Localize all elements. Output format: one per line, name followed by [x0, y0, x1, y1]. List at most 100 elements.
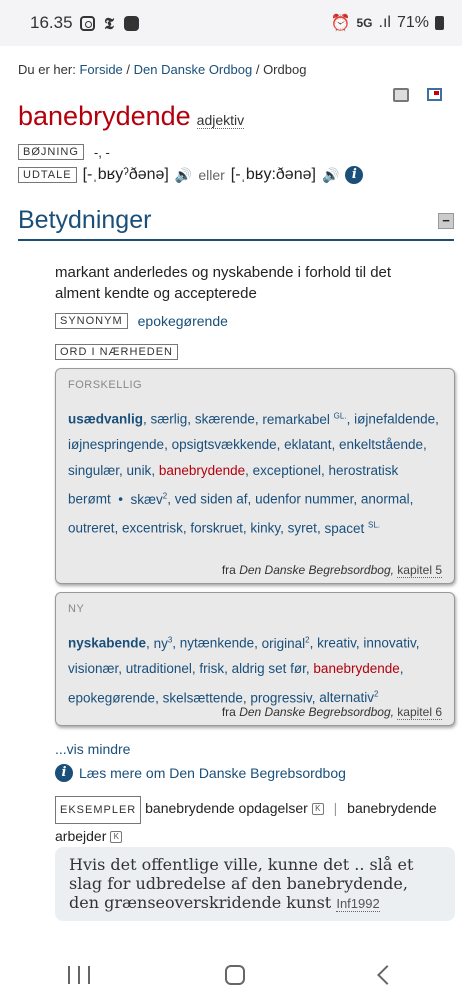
inflection-value: -, -: [93, 144, 110, 160]
status-bar: 16.35 𝕿 ⏰ 5G .ıl 71%: [0, 0, 462, 46]
word-link[interactable]: udenfor nummer: [255, 492, 353, 507]
related-words-list: usædvanlig, særlig, skærende, remarkabel…: [68, 411, 439, 536]
source-prefix: fra: [221, 705, 236, 719]
source-chapter-link[interactable]: kapitel 6: [397, 705, 442, 720]
read-more-link[interactable]: i Læs mere om Den Danske Begrebsordbog: [55, 764, 346, 782]
word-link[interactable]: singulær: [68, 463, 119, 478]
pronunciation-or: eller: [198, 167, 225, 183]
separator: |: [333, 800, 338, 816]
word-link[interactable]: opsigtsvækkende: [172, 437, 277, 452]
breadcrumb: Du er her: Forside / Den Danske Ordbog /…: [18, 62, 306, 77]
word-link[interactable]: unik: [127, 463, 152, 478]
breadcrumb-separator: /: [255, 62, 260, 77]
word-link[interactable]: exceptionel: [253, 463, 321, 478]
word-link[interactable]: usædvanlig: [68, 412, 143, 427]
info-icon: i: [55, 764, 73, 782]
headword: banebrydende: [18, 101, 191, 131]
box-source: fra Den Danske Begrebsordbog, kapitel 6: [221, 705, 442, 720]
word-link[interactable]: skærende: [195, 412, 255, 427]
word-link[interactable]: forskruet: [190, 521, 243, 536]
examples-block: EKSEMPLER banebrydende opdagelser K | ba…: [55, 796, 455, 848]
synonym-link[interactable]: epokegørende: [138, 313, 228, 329]
word-link[interactable]: nyskabende: [68, 636, 146, 651]
definition-text: markant anderledes og nyskabende i forho…: [55, 264, 392, 302]
print-icon[interactable]: [393, 88, 409, 102]
speaker-icon[interactable]: 🔊: [175, 167, 192, 184]
speaker-icon[interactable]: 🔊: [322, 167, 339, 184]
word-link[interactable]: skelsættende: [163, 690, 243, 705]
word-link[interactable]: progressiv: [250, 690, 311, 705]
box-category: FORSKELLIG: [68, 379, 143, 391]
page-content: Du er her: Forside / Den Danske Ordbog /…: [0, 46, 462, 950]
word-link[interactable]: utraditionel: [126, 661, 192, 676]
source-prefix: fra: [221, 563, 236, 577]
pronunciation-2: [-ˌbʁy:ðənə]: [230, 166, 316, 183]
tool-icons: [393, 88, 442, 102]
word-link[interactable]: frisk: [199, 661, 224, 676]
examples-tag: EKSEMPLER: [55, 796, 142, 824]
source-chapter-link[interactable]: kapitel 5: [397, 563, 442, 578]
breadcrumb-dendanskeordbog[interactable]: Den Danske Ordbog: [134, 62, 253, 77]
show-less-link[interactable]: ...vis mindre: [55, 741, 130, 757]
word-link[interactable]: alternativ2: [319, 690, 378, 706]
inflection-tag: BØJNING: [18, 144, 84, 160]
word-link[interactable]: enkeltstående: [339, 437, 423, 452]
word-link[interactable]: remarkabel GL.: [262, 411, 346, 427]
word-link[interactable]: ved siden af: [175, 492, 248, 507]
word-link[interactable]: iøjnefaldende: [354, 412, 435, 427]
word-link[interactable]: nytænkende: [180, 636, 254, 651]
word-link[interactable]: original2: [262, 635, 310, 651]
word-link[interactable]: outreret: [68, 521, 115, 536]
word-link[interactable]: syret: [288, 521, 317, 536]
pronunciation-row: UDTALE [-ˌbʁyˀðənə] 🔊 eller [-ˌbʁy:ðənə]…: [18, 166, 364, 184]
headword-row: banebrydende adjektiv: [18, 101, 245, 132]
section-title: Betydninger: [18, 206, 152, 234]
nearby-words-tag: ORD I NÆRHEDEN: [55, 344, 179, 360]
part-of-speech[interactable]: adjektiv: [196, 112, 245, 129]
read-more-label: Læs mere om Den Danske Begrebsordbog: [79, 765, 346, 781]
word-link[interactable]: visionær: [68, 661, 118, 676]
nyt-icon: 𝕿: [104, 13, 114, 33]
word-link[interactable]: særlig: [151, 412, 188, 427]
word-link[interactable]: innovativ: [363, 636, 415, 651]
corpus-icon[interactable]: K: [311, 803, 324, 816]
word-link[interactable]: spacet SL.: [324, 520, 380, 536]
section-header: Betydninger −: [18, 206, 454, 241]
new-window-icon[interactable]: [427, 88, 442, 101]
pronunciation-tag: UDTALE: [18, 167, 77, 183]
word-link[interactable]: aldrig set før: [232, 661, 306, 676]
info-icon[interactable]: i: [345, 166, 364, 184]
battery-icon: [435, 16, 444, 30]
inflection-row: BØJNING -, -: [18, 144, 110, 160]
example-item: banebrydende opdagelser: [145, 800, 308, 816]
corpus-icon[interactable]: K: [110, 831, 123, 844]
synonym-row: SYNONYM epokegørende: [55, 313, 228, 329]
home-icon[interactable]: [224, 965, 245, 985]
word-link[interactable]: kinky: [250, 521, 280, 536]
status-time: 16.35: [30, 13, 73, 32]
word-link[interactable]: eklatant: [284, 437, 331, 452]
quote-source-link[interactable]: Inf1992: [336, 896, 380, 912]
battery-percent: 71%: [396, 14, 429, 31]
breadcrumb-ordbog: Ordbog: [263, 62, 307, 77]
word-link[interactable]: kreativ: [317, 636, 356, 651]
back-icon[interactable]: [377, 965, 398, 985]
word-link[interactable]: skæv2: [131, 491, 168, 507]
box-source: fra Den Danske Begrebsordbog, kapitel 5: [221, 563, 442, 578]
box-category: NY: [68, 603, 85, 615]
breadcrumb-forside[interactable]: Forside: [79, 62, 122, 77]
word-link[interactable]: ny3: [154, 635, 173, 651]
word-current: banebrydende: [313, 661, 400, 676]
word-link[interactable]: excentrisk: [122, 521, 183, 536]
word-current: banebrydende: [158, 462, 246, 478]
system-nav-bar: [0, 950, 462, 1000]
gallery-icon: [123, 15, 139, 31]
network-type: 5G: [356, 16, 373, 30]
recent-apps-icon[interactable]: [67, 966, 90, 984]
breadcrumb-prefix: Du er her:: [18, 62, 76, 77]
signal-icon: .ıl: [378, 14, 391, 31]
word-link[interactable]: epokegørende: [68, 690, 155, 705]
word-link[interactable]: anormal: [361, 492, 410, 507]
word-link[interactable]: iøjnespringende: [68, 437, 164, 452]
collapse-button[interactable]: −: [438, 212, 454, 229]
